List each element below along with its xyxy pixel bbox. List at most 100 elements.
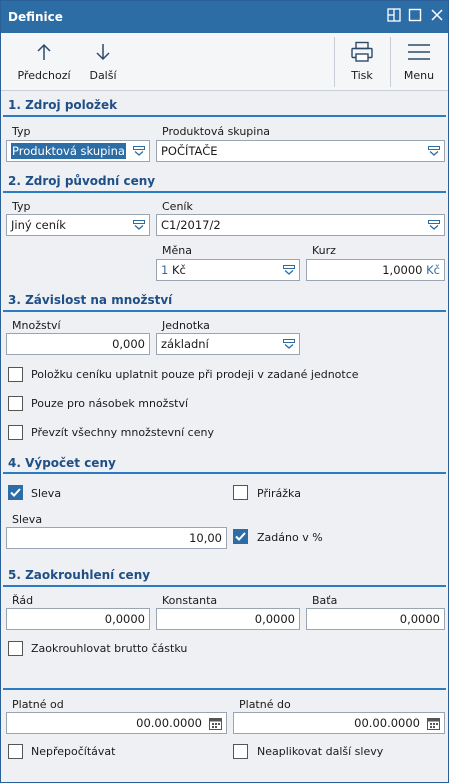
s2-cenik-select[interactable]: C1/2017/2	[156, 214, 445, 236]
toolbar-separator	[390, 37, 391, 87]
s3-mnozstvi-label: Množství	[12, 319, 61, 332]
previous-button[interactable]: Předchozí	[11, 33, 77, 91]
s2-typ-select[interactable]: Jiný ceník	[6, 214, 150, 236]
s1-typ-label: Typ	[12, 125, 31, 138]
s4-sleva-chk-label: Sleva	[31, 487, 62, 500]
s2-cenik-label: Ceník	[162, 200, 193, 213]
section-divider	[3, 585, 446, 587]
section-divider	[3, 688, 446, 690]
s3-chk2-label: Pouze pro násobek množství	[31, 397, 189, 410]
s4-sleva-value: 10,00	[189, 531, 222, 545]
s4-sleva-input[interactable]: 10,00	[6, 527, 227, 549]
s2-kurz-label: Kurz	[312, 244, 336, 257]
s5-rad-input[interactable]: 0,0000	[6, 608, 150, 630]
platne-od-label: Platné od	[12, 698, 64, 711]
neaplikovat-label: Neaplikovat další slevy	[257, 745, 384, 758]
section-divider	[3, 191, 446, 193]
s3-chk3-checkbox[interactable]	[8, 425, 23, 440]
s1-typ-select[interactable]: Produktová skupina	[6, 140, 150, 162]
title-bar: Definice	[1, 1, 448, 33]
calendar-icon[interactable]	[209, 717, 222, 730]
hamburger-menu-icon	[408, 44, 430, 60]
s2-mena-select[interactable]: 1 Kč	[156, 259, 300, 281]
s1-skupina-label: Produktová skupina	[162, 125, 271, 138]
s2-kurz-input[interactable]: 1,0000 Kč	[306, 259, 445, 281]
previous-label: Předchozí	[17, 69, 71, 82]
s1-skupina-select[interactable]: POČÍTAČE	[156, 140, 445, 162]
dropdown-icon	[133, 220, 145, 230]
s1-typ-value: Produktová skupina	[11, 143, 126, 159]
menu-label: Menu	[403, 69, 435, 82]
print-label: Tisk	[351, 69, 373, 82]
s3-jednotka-select[interactable]: základní	[156, 333, 300, 355]
platne-do-value: 00.00.0000	[354, 716, 420, 730]
s3-jednotka-value: základní	[161, 337, 209, 351]
s4-sleva-label: Sleva	[12, 513, 43, 526]
s5-konstanta-label: Konstanta	[162, 594, 218, 607]
s5-brutto-checkbox[interactable]	[8, 641, 23, 656]
s4-sleva-checkbox[interactable]	[8, 485, 23, 500]
arrow-down-icon	[96, 44, 110, 61]
toolbar-separator	[334, 37, 335, 87]
calendar-icon[interactable]	[427, 717, 440, 730]
dropdown-icon	[428, 146, 440, 156]
s3-mnozstvi-value: 0,000	[112, 337, 145, 351]
s4-prirazka-label: Přirážka	[257, 487, 301, 500]
toolbar: Předchozí Další Tisk Menu	[1, 33, 448, 91]
s4-prirazka-checkbox[interactable]	[233, 485, 248, 500]
s2-typ-label: Typ	[12, 200, 31, 213]
s3-chk2-checkbox[interactable]	[8, 396, 23, 411]
arrow-up-icon	[37, 43, 51, 60]
maximize-icon[interactable]	[407, 8, 423, 24]
s2-mena-prefix: 1	[161, 263, 169, 277]
s5-konstanta-value: 0,0000	[254, 612, 295, 626]
s3-jednotka-label: Jednotka	[162, 319, 210, 332]
section-1-title: 1. Zdroj položek	[8, 98, 118, 112]
s5-brutto-label: Zaokrouhlovat brutto částku	[31, 642, 188, 655]
s3-chk3-label: Převzít všechny množstevní ceny	[31, 426, 214, 439]
dropdown-icon	[283, 339, 295, 349]
section-divider	[3, 115, 446, 117]
neaplikovat-checkbox[interactable]	[233, 744, 248, 759]
s5-rad-label: Řád	[12, 594, 34, 607]
section-5-title: 5. Zaokrouhlení ceny	[8, 568, 151, 582]
section-divider	[3, 472, 446, 474]
next-button[interactable]: Další	[81, 33, 125, 91]
window-title: Definice	[8, 10, 63, 24]
close-icon[interactable]	[429, 8, 445, 24]
platne-do-input[interactable]: 00.00.0000	[233, 712, 445, 734]
s3-chk1-checkbox[interactable]	[8, 367, 23, 382]
print-button[interactable]: Tisk	[338, 33, 386, 91]
dropdown-icon	[428, 220, 440, 230]
platne-do-label: Platné do	[239, 698, 291, 711]
s5-bata-input[interactable]: 0,0000	[306, 608, 445, 630]
menu-button[interactable]: Menu	[394, 33, 444, 91]
s5-konstanta-input[interactable]: 0,0000	[156, 608, 300, 630]
check-icon	[10, 488, 21, 497]
dock-icon[interactable]	[386, 8, 402, 24]
definice-window: Definice Předchozí Další Tisk Menu 1. Zd…	[0, 0, 449, 783]
next-label: Další	[89, 69, 117, 82]
dropdown-icon	[133, 146, 145, 156]
platne-od-value: 00.00.0000	[136, 716, 202, 730]
check-icon	[235, 532, 246, 541]
section-divider	[3, 310, 446, 312]
s2-mena-value: Kč	[171, 263, 186, 277]
dropdown-icon	[283, 265, 295, 275]
section-4-title: 4. Výpočet ceny	[8, 456, 116, 470]
s3-chk1-label: Položku ceníku uplatnit pouze při prodej…	[31, 368, 359, 381]
neprepocitavat-label: Nepřepočítávat	[31, 745, 116, 758]
printer-icon	[351, 41, 373, 62]
section-2-title: 2. Zdroj původní ceny	[8, 174, 156, 188]
s1-skupina-value: POČÍTAČE	[161, 144, 218, 158]
s2-kurz-unit: Kč	[426, 263, 440, 277]
s5-bata-value: 0,0000	[399, 612, 440, 626]
s2-typ-value: Jiný ceník	[11, 218, 66, 232]
s5-bata-label: Baťa	[312, 594, 338, 607]
neprepocitavat-checkbox[interactable]	[8, 744, 23, 759]
s4-zadano-checkbox[interactable]	[233, 529, 248, 544]
platne-od-input[interactable]: 00.00.0000	[6, 712, 227, 734]
s2-cenik-value: C1/2017/2	[161, 218, 221, 232]
s3-mnozstvi-input[interactable]: 0,000	[6, 333, 150, 355]
s5-rad-value: 0,0000	[104, 612, 145, 626]
